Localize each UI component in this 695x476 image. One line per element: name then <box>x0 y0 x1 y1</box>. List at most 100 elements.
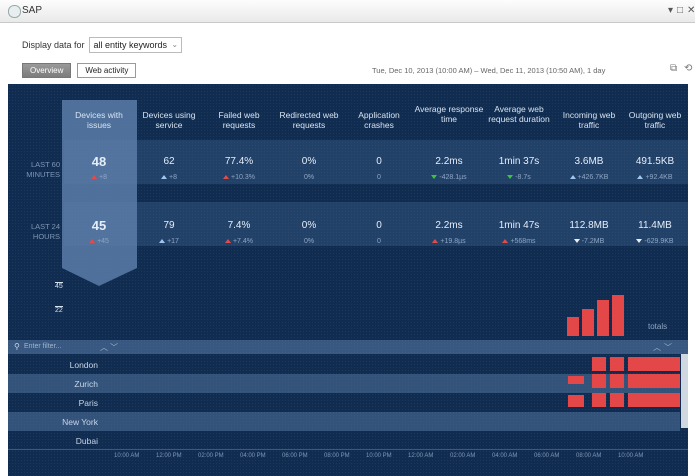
filter-input[interactable]: Enter filter... <box>24 343 61 350</box>
dashboard-panel: Devices with issues Devices using servic… <box>8 84 688 476</box>
metric-delta: +8 <box>64 174 134 181</box>
minimize-icon[interactable]: ▾ <box>668 5 673 16</box>
metric-value: 45 <box>91 218 107 233</box>
header-incoming-web-traffic[interactable]: Incoming web traffic <box>554 110 624 130</box>
totals-bar[interactable] <box>612 295 624 336</box>
header-average-web-request-duration[interactable]: Average web request duration <box>484 104 554 124</box>
totals-bar[interactable] <box>597 300 609 336</box>
metric-value: 0 <box>376 156 382 167</box>
window-title: SAP <box>22 5 43 16</box>
metric-value: 62 <box>163 156 175 167</box>
vertical-scrollbar[interactable] <box>681 354 688 428</box>
trend-up-icon <box>89 239 96 244</box>
city-label: Dubai <box>75 436 98 446</box>
heatmap-cell[interactable] <box>568 395 584 407</box>
metric-value: 11.4MB <box>638 220 672 231</box>
metric-delta: 0% <box>274 238 344 245</box>
delta-text: -8.7s <box>515 174 531 181</box>
metric-delta: +10.3% <box>204 174 274 181</box>
maximize-icon[interactable]: □ <box>677 5 683 16</box>
time-tick-label: 12:00 AM <box>408 453 434 459</box>
totals-label: totals <box>648 322 668 331</box>
city-label: New York <box>62 417 98 427</box>
time-tick-label: 02:00 PM <box>198 453 224 459</box>
metric-delta: +7.4% <box>204 238 274 245</box>
header-devices-with-issues[interactable]: Devices with issues <box>64 110 134 130</box>
trend-up-icon <box>224 239 231 244</box>
city-row[interactable]: Dubai <box>8 431 680 450</box>
trend-up-icon <box>432 239 439 244</box>
time-tick-label: 02:00 AM <box>450 453 476 459</box>
city-label: Zurich <box>74 379 98 389</box>
chevron-down-icon[interactable]: ﹀ <box>664 342 672 353</box>
metric-value: 1min 47s <box>498 220 540 231</box>
header-devices-using-service[interactable]: Devices using service <box>134 110 204 130</box>
delta-text: +45 <box>97 238 109 245</box>
city-row[interactable]: New York <box>8 412 680 431</box>
header-outgoing-web-traffic[interactable]: Outgoing web traffic <box>620 110 688 130</box>
refresh-icon[interactable]: ⟲ <box>684 63 692 74</box>
heatmap-cell[interactable] <box>610 393 624 407</box>
trend-up-icon <box>91 175 97 180</box>
city-row[interactable]: London <box>8 355 680 374</box>
row-label-last-24-hours: LAST 24 HOURS <box>30 222 60 241</box>
display-data-row: Display data for all entity keywords ⌄ <box>22 37 183 53</box>
delta-text: +19.8µs <box>440 238 466 245</box>
heatmap-cell[interactable] <box>628 393 680 407</box>
delta-text: +10.3% <box>231 174 255 181</box>
heatmap-cell[interactable] <box>628 357 680 371</box>
trend-down-icon <box>507 175 514 180</box>
heatmap-cell[interactable] <box>628 374 680 388</box>
metric-value: 48 <box>91 154 107 169</box>
heatmap-cell[interactable] <box>610 357 624 371</box>
trend-down-icon <box>636 239 643 244</box>
heatmap-cell[interactable] <box>568 376 584 384</box>
metric-delta: -629.9KB <box>620 238 688 245</box>
heatmap-cell[interactable] <box>592 357 606 371</box>
time-tick-label: 08:00 AM <box>576 453 602 459</box>
time-tick-label: 08:00 PM <box>324 453 350 459</box>
row-label-last-60-minutes: LAST 60 MINUTES <box>26 160 60 179</box>
metric-delta: 0 <box>344 238 414 245</box>
metric-value: 1min 37s <box>498 156 540 167</box>
trend-up-icon <box>502 239 509 244</box>
header-average-response-time[interactable]: Average response time <box>414 104 484 124</box>
close-icon[interactable]: ✕ <box>687 5 695 16</box>
scale-max-label: 45 <box>55 283 63 290</box>
heatmap-cell[interactable] <box>592 374 606 388</box>
chevron-down-icon[interactable]: ﹀ <box>110 342 118 353</box>
header-failed-web-requests[interactable]: Failed web requests <box>204 110 274 130</box>
chevron-up-icon[interactable]: ︿ <box>100 342 108 353</box>
totals-bar[interactable] <box>567 317 579 336</box>
trend-up-icon <box>569 175 576 180</box>
entity-keywords-select[interactable]: all entity keywords ⌄ <box>88 37 183 53</box>
metric-value: 491.5KB <box>635 156 675 167</box>
time-tick-label: 10:00 AM <box>618 453 644 459</box>
view-tabs: Overview Web activity <box>22 63 142 78</box>
header-application-crashes[interactable]: Application crashes <box>344 110 414 130</box>
search-icon[interactable]: ⚲ <box>14 342 20 351</box>
metric-delta: +92.4KB <box>620 174 688 181</box>
tab-overview[interactable]: Overview <box>22 63 72 78</box>
time-tick-label: 12:00 PM <box>156 453 182 459</box>
metric-delta: +45 <box>64 238 134 245</box>
delta-text: -7.2MB <box>581 238 605 245</box>
metric-delta: -8.7s <box>484 174 554 181</box>
delta-text: +8 <box>169 174 177 181</box>
heatmap-cell[interactable] <box>592 393 606 407</box>
metric-value: 0 <box>376 220 382 231</box>
heatmap-cell[interactable] <box>610 374 624 388</box>
city-label: Paris <box>78 398 98 408</box>
delta-text: +568ms <box>510 238 536 245</box>
tab-web-activity[interactable]: Web activity <box>77 63 137 78</box>
header-redirected-web-requests[interactable]: Redirected web requests <box>274 110 344 130</box>
time-tick-label: 04:00 PM <box>240 453 266 459</box>
display-data-label: Display data for <box>22 40 85 50</box>
filter-bar: ⚲ Enter filter... ︿ ﹀ ︿ ﹀ <box>8 340 688 354</box>
metric-delta: 0 <box>344 174 414 181</box>
totals-bar[interactable] <box>582 309 594 336</box>
metric-value: 2.2ms <box>435 156 463 167</box>
trend-down-icon <box>573 239 580 244</box>
chevron-up-icon[interactable]: ︿ <box>653 342 661 353</box>
export-icon[interactable]: ⧉ <box>670 63 677 74</box>
